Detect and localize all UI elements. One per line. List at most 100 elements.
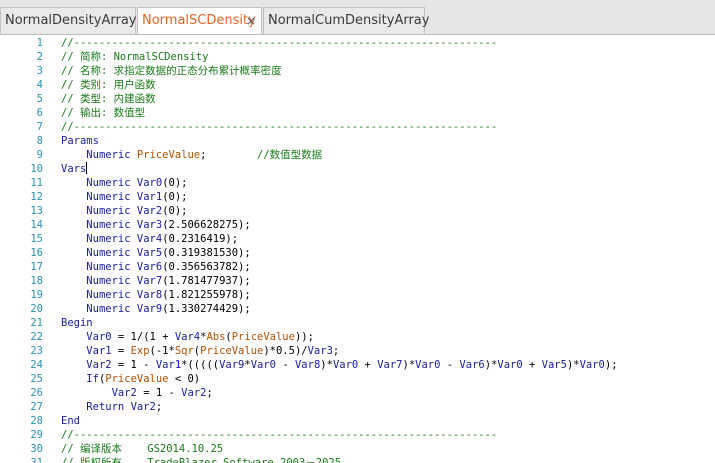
code-token: Vars xyxy=(61,163,87,175)
code-text: // 版权所有 TradeBlazer Software 2003－2025 xyxy=(61,456,341,463)
line-number: 15 xyxy=(30,233,43,245)
line-number: 12 xyxy=(30,191,43,203)
code-line[interactable]: 8 Params xyxy=(0,134,715,148)
line-number: 29 xyxy=(30,429,43,441)
code-token: Numeric xyxy=(86,275,131,287)
line-number: 27 xyxy=(30,401,43,413)
code-token: Numeric xyxy=(86,177,131,189)
code-line[interactable]: 20 Numeric Var9(1.330274429); xyxy=(0,302,715,316)
code-token: Var0 xyxy=(136,177,163,189)
code-token: )*0.5)/ xyxy=(263,345,308,357)
tab-normal-density-array[interactable]: NormalDensityArray xyxy=(0,7,136,34)
code-line[interactable]: 27 Return Var2; xyxy=(0,400,715,414)
code-text: Numeric Var6(0.356563782); xyxy=(61,260,250,274)
code-token: (2.506628275); xyxy=(162,219,251,231)
code-line[interactable]: 26 Var2 = 1 - Var2; xyxy=(0,386,715,400)
code-token: (0); xyxy=(162,191,188,203)
code-token: )* xyxy=(484,359,498,371)
code-line[interactable]: 23 Var1 = Exp(-1*Sqr(PriceValue)*0.5)/Va… xyxy=(0,344,715,358)
code-text: //--------------------------------------… xyxy=(61,120,497,134)
code-line[interactable]: 31 // 版权所有 TradeBlazer Software 2003－2025 xyxy=(0,456,715,463)
code-token: (1.330274429); xyxy=(162,303,251,315)
code-line[interactable]: 11 Numeric Var0(0); xyxy=(0,176,715,190)
line-number: 20 xyxy=(30,303,43,315)
code-token: Var6 xyxy=(136,261,163,273)
code-token: (1.821255978); xyxy=(162,289,251,301)
code-line[interactable]: 19 Numeric Var8(1.821255978); xyxy=(0,288,715,302)
line-number: 9 xyxy=(36,149,43,161)
line-number: 6 xyxy=(36,107,43,119)
code-editor-window: NormalDensityArray NormalSCDensity × Nor… xyxy=(0,0,715,463)
code-line[interactable]: 13 Numeric Var2(0); xyxy=(0,204,715,218)
line-number: 24 xyxy=(30,359,43,371)
code-line[interactable]: 2 // 简称: NormalSCDensity xyxy=(0,50,715,64)
code-token: //--------------------------------------… xyxy=(61,37,498,49)
code-text: Var0 = 1/(1 + Var4*Abs(PriceValue)); xyxy=(61,330,314,344)
code-line[interactable]: 6 // 输出: 数值型 xyxy=(0,106,715,120)
code-token: PriceValue xyxy=(136,149,201,161)
tab-normal-cum-density-array[interactable]: NormalCumDensityArray xyxy=(263,7,429,34)
tab-label: NormalSCDensity xyxy=(142,13,256,28)
code-token: ; xyxy=(332,345,340,357)
code-text: Numeric Var5(0.319381530); xyxy=(61,246,251,260)
code-line[interactable]: 16 Numeric Var5(0.319381530); xyxy=(0,246,715,260)
code-text: // 名称: 求指定数据的正态分布累计概率密度 xyxy=(61,64,282,78)
code-line[interactable]: 3 // 名称: 求指定数据的正态分布累计概率密度 xyxy=(0,64,715,78)
tab-normal-sc-density[interactable]: NormalSCDensity × xyxy=(137,7,262,34)
line-number: 22 xyxy=(30,331,43,343)
code-token: // 类别: 用户函数 xyxy=(61,79,156,91)
line-number: 17 xyxy=(30,261,43,273)
code-line[interactable]: 12 Numeric Var1(0); xyxy=(0,190,715,204)
code-line[interactable]: 18 Numeric Var7(1.781477937); xyxy=(0,274,715,288)
code-editor[interactable]: 1 //-------------------------------------… xyxy=(0,35,715,463)
tab-bar: NormalDensityArray NormalSCDensity × Nor… xyxy=(0,0,715,35)
code-token: ; xyxy=(155,401,163,413)
code-token: Var3 xyxy=(307,345,333,357)
code-line[interactable]: 30 // 编译版本 GS2014.10.25 xyxy=(0,442,715,456)
code-token: - xyxy=(440,359,460,371)
code-token: (0.319381530); xyxy=(162,247,251,259)
code-token: < 0) xyxy=(168,373,201,385)
code-token: Numeric xyxy=(86,233,131,245)
line-number: 21 xyxy=(30,317,43,329)
code-token: Begin xyxy=(61,317,93,329)
code-line[interactable]: 22 Var0 = 1/(1 + Var4*Abs(PriceValue)); xyxy=(0,330,715,344)
code-token: //--------------------------------------… xyxy=(61,429,498,441)
code-line[interactable]: 25 If(PriceValue < 0) xyxy=(0,372,715,386)
code-token: Var2 xyxy=(130,401,156,413)
code-text: // 简称: NormalSCDensity xyxy=(61,50,208,64)
code-token: (0); xyxy=(162,205,188,217)
code-line[interactable]: 14 Numeric Var3(2.506628275); xyxy=(0,218,715,232)
code-token: // 简称: NormalSCDensity xyxy=(61,51,209,63)
close-icon[interactable]: × xyxy=(246,8,256,34)
code-token: (-1* xyxy=(149,345,175,357)
code-token: ; xyxy=(206,387,213,399)
code-token: Var2 xyxy=(111,387,137,399)
code-token: Var0 xyxy=(250,359,277,371)
line-number: 7 xyxy=(36,121,43,133)
code-line[interactable]: 5 // 类型: 内建函数 xyxy=(0,92,715,106)
code-line[interactable]: 9 Numeric PriceValue; //数值型数据 xyxy=(0,148,715,162)
code-token: Numeric xyxy=(86,191,131,203)
code-line[interactable]: 17 Numeric Var6(0.356563782); xyxy=(0,260,715,274)
code-line[interactable]: 1 //-------------------------------------… xyxy=(0,36,715,50)
code-line[interactable]: 7 //-------------------------------------… xyxy=(0,120,715,134)
code-text: Numeric Var9(1.330274429); xyxy=(61,302,251,316)
code-line[interactable]: 21 Begin xyxy=(0,316,715,330)
line-number: 2 xyxy=(36,51,43,63)
code-line[interactable]: 4 // 类别: 用户函数 xyxy=(0,78,715,92)
code-token: (0.2316419); xyxy=(162,233,239,245)
code-token: Params xyxy=(61,135,99,147)
code-token: // 输出: 数值型 xyxy=(61,107,146,119)
code-line[interactable]: 10 Vars xyxy=(0,162,715,176)
code-text: Vars xyxy=(61,162,88,176)
line-number: 8 xyxy=(36,135,43,147)
code-line[interactable]: 28 End xyxy=(0,414,715,428)
code-line[interactable]: 24 Var2 = 1 - Var1*(((((Var9*Var0 - Var8… xyxy=(0,358,715,372)
code-line[interactable]: 29 //------------------------------------… xyxy=(0,428,715,442)
code-line[interactable]: 15 Numeric Var4(0.2316419); xyxy=(0,232,715,246)
code-token: Numeric xyxy=(86,261,131,273)
